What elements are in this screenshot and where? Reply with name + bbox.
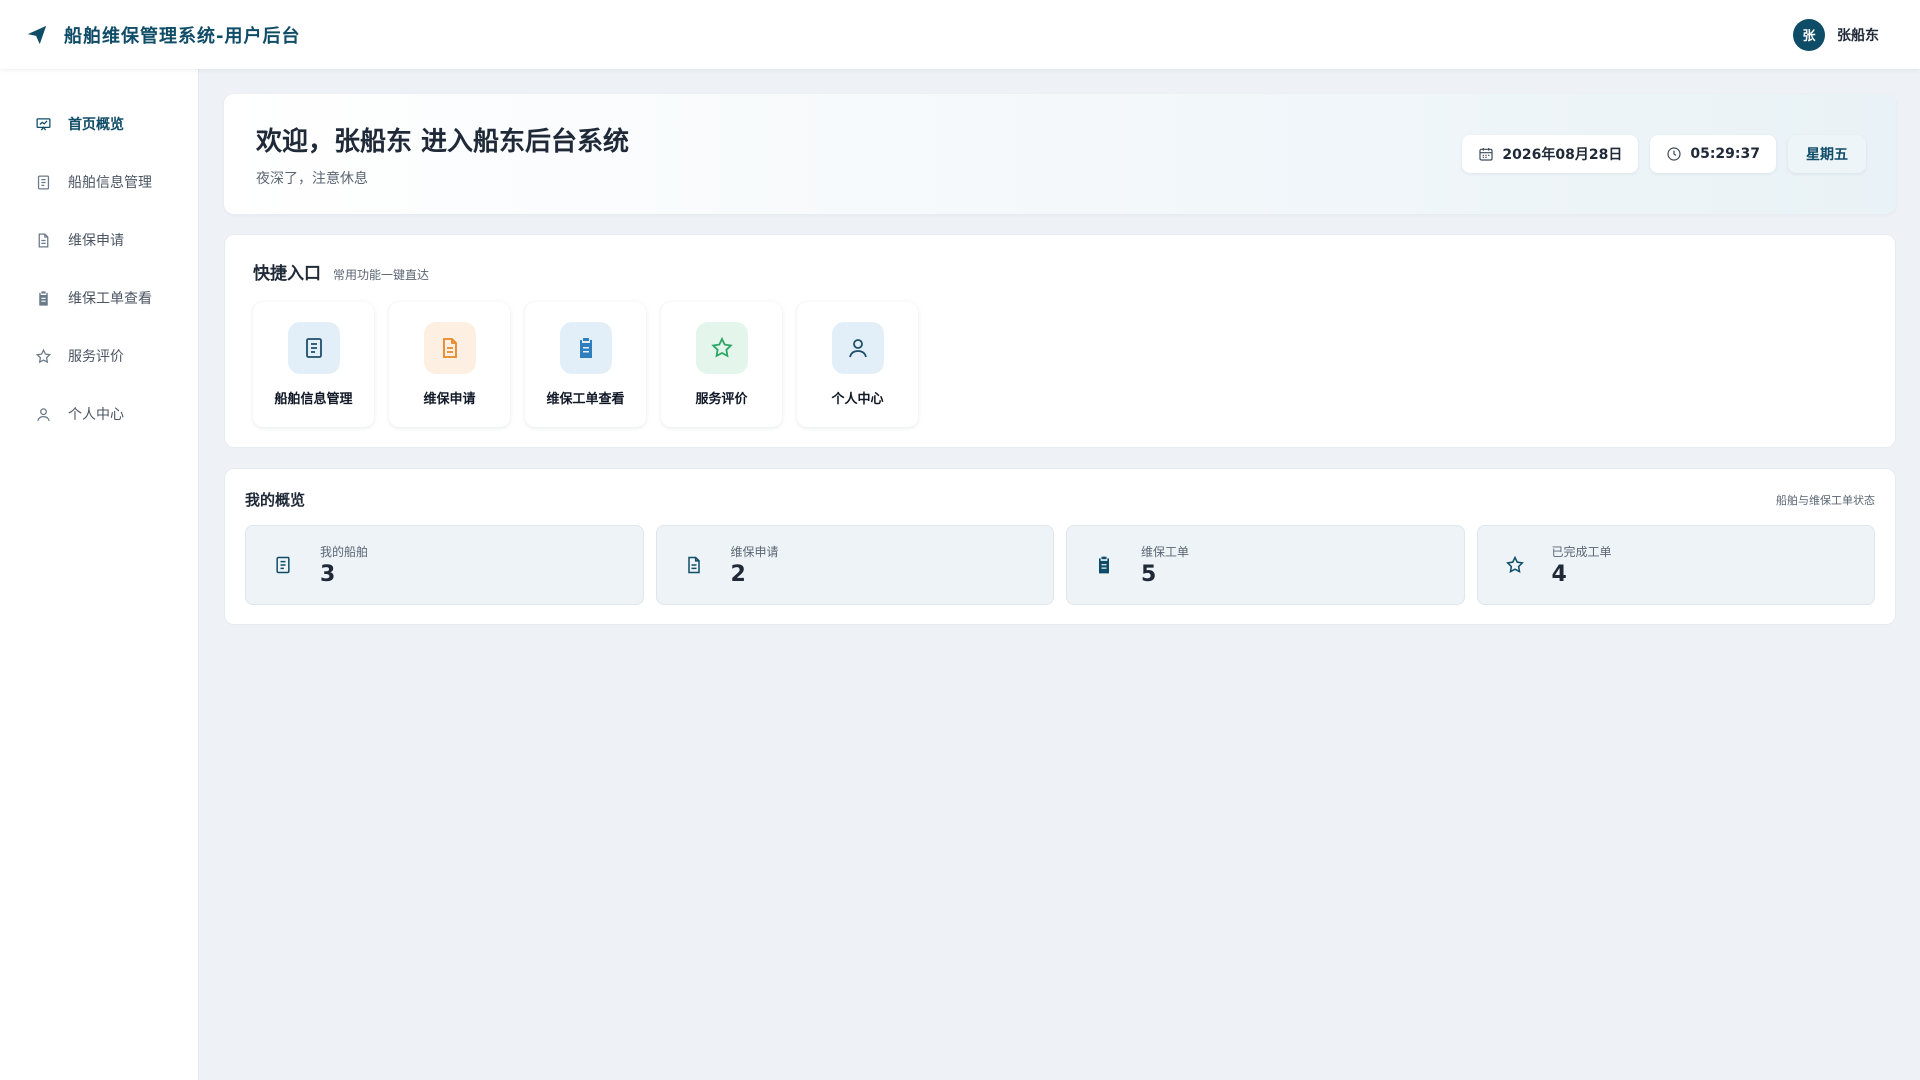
sidebar-item-label: 船舶信息管理 xyxy=(68,175,152,191)
tile-icon-wrap xyxy=(287,322,340,374)
quick-tile-apply[interactable]: 维保申请 xyxy=(389,302,510,427)
time-chip: 05:29:37 xyxy=(1650,135,1776,173)
weekday-chip: 星期五 xyxy=(1788,135,1866,173)
send-icon xyxy=(27,25,47,44)
stat-icon-wrap xyxy=(264,546,302,584)
stat-card-ships[interactable]: 我的船舶 3 xyxy=(245,525,644,605)
main-content: 欢迎，张船东 进入船东后台系统 夜深了，注意休息 2026年08月28日 05:… xyxy=(224,94,1896,625)
stat-label: 已完成工单 xyxy=(1551,545,1612,559)
stat-value: 4 xyxy=(1551,562,1567,587)
sidebar-item-workorders[interactable]: 维保工单查看 xyxy=(0,269,198,327)
tile-icon-wrap xyxy=(423,322,476,374)
overview-title: 我的概览 xyxy=(245,491,306,509)
user-name[interactable]: 张船东 xyxy=(1837,25,1879,45)
stat-icon-wrap xyxy=(675,546,713,584)
date-text: 2026年08月28日 xyxy=(1502,147,1623,163)
stat-value: 5 xyxy=(1141,562,1157,587)
welcome-title: 欢迎，张船东 进入船东后台系统 xyxy=(256,126,630,157)
stat-label: 维保申请 xyxy=(730,545,779,559)
quick-access-subtitle: 常用功能一键直达 xyxy=(333,268,430,282)
tile-label: 个人中心 xyxy=(831,392,884,407)
quick-tile-ships[interactable]: 船舶信息管理 xyxy=(253,302,374,427)
file-text-icon xyxy=(38,232,49,248)
presentation-chart-icon xyxy=(36,117,51,131)
weekday-text: 星期五 xyxy=(1806,147,1848,163)
user-icon xyxy=(848,339,867,358)
stat-value: 2 xyxy=(730,562,746,587)
star-icon xyxy=(35,348,52,363)
document-list-icon xyxy=(37,174,50,190)
calendar-icon xyxy=(1479,148,1494,161)
quick-tile-review[interactable]: 服务评价 xyxy=(661,302,782,427)
avatar[interactable]: 张 xyxy=(1793,18,1825,51)
tile-label: 服务评价 xyxy=(695,392,748,407)
welcome-subtitle: 夜深了，注意休息 xyxy=(256,170,368,187)
quick-tile-profile[interactable]: 个人中心 xyxy=(797,302,918,427)
star-icon xyxy=(1505,555,1524,573)
app-title: 船舶维保管理系统-用户后台 xyxy=(64,25,301,47)
stat-icon-wrap xyxy=(1496,546,1534,584)
stat-card-completed[interactable]: 已完成工单 4 xyxy=(1476,525,1875,605)
clock-icon xyxy=(1667,147,1681,161)
sidebar-item-label: 服务评价 xyxy=(68,349,124,365)
brand[interactable]: 船舶维保管理系统-用户后台 xyxy=(26,22,300,48)
quick-tile-workorders[interactable]: 维保工单查看 xyxy=(525,302,646,427)
overview-panel: 我的概览 船舶与维保工单状态 我的船舶 3 维保申请 2 维保工单 5 已完成工… xyxy=(224,468,1896,625)
user-menu[interactable]: 张 张船东 xyxy=(1793,18,1879,51)
stat-icon-wrap xyxy=(1085,546,1123,584)
date-chip: 2026年08月28日 xyxy=(1462,135,1639,173)
sidebar-item-apply[interactable]: 维保申请 xyxy=(0,211,198,269)
stat-label: 维保工单 xyxy=(1141,545,1190,559)
top-bar: 船舶维保管理系统-用户后台 张 张船东 xyxy=(0,0,1920,69)
time-text: 05:29:37 xyxy=(1690,146,1760,162)
sidebar-item-label: 维保申请 xyxy=(68,233,124,249)
star-icon xyxy=(710,336,733,358)
tile-label: 维保申请 xyxy=(423,392,476,407)
sidebar-item-label: 首页概览 xyxy=(68,117,124,133)
quick-access-panel: 快捷入口 常用功能一键直达 船舶信息管理 维保申请 维保工单查看 服务评价 个人… xyxy=(224,234,1896,448)
file-text-icon xyxy=(442,338,457,358)
sidebar: 首页概览 船舶信息管理 维保申请 维保工单查看 服务评价 个人中心 xyxy=(0,69,199,1080)
stat-card-applications[interactable]: 维保申请 2 xyxy=(655,525,1054,605)
document-list-icon xyxy=(305,338,322,358)
stat-card-workorders[interactable]: 维保工单 5 xyxy=(1066,525,1465,605)
stat-label: 我的船舶 xyxy=(320,545,369,559)
sidebar-item-label: 维保工单查看 xyxy=(68,291,152,307)
datetime-chips: 2026年08月28日 05:29:37 星期五 xyxy=(1462,135,1866,173)
clipboard-icon xyxy=(1099,556,1109,574)
tile-icon-wrap xyxy=(559,322,612,374)
user-icon xyxy=(37,407,50,421)
clipboard-icon xyxy=(579,338,592,358)
sidebar-item-label: 个人中心 xyxy=(68,407,124,423)
tile-icon-wrap xyxy=(831,322,884,374)
file-text-icon xyxy=(687,556,700,574)
clipboard-icon xyxy=(39,290,48,306)
stat-value: 3 xyxy=(320,562,336,587)
quick-access-title: 快捷入口 xyxy=(253,264,321,284)
tile-label: 船舶信息管理 xyxy=(274,392,353,407)
sidebar-item-profile[interactable]: 个人中心 xyxy=(0,385,198,443)
tile-icon-wrap xyxy=(695,322,748,374)
welcome-banner: 欢迎，张船东 进入船东后台系统 夜深了，注意休息 2026年08月28日 05:… xyxy=(224,94,1896,214)
document-list-icon xyxy=(276,556,290,574)
tile-label: 维保工单查看 xyxy=(546,392,625,407)
sidebar-item-review[interactable]: 服务评价 xyxy=(0,327,198,385)
overview-note: 船舶与维保工单状态 xyxy=(1776,493,1875,507)
sidebar-item-ships[interactable]: 船舶信息管理 xyxy=(0,153,198,211)
sidebar-item-home[interactable]: 首页概览 xyxy=(0,95,198,153)
